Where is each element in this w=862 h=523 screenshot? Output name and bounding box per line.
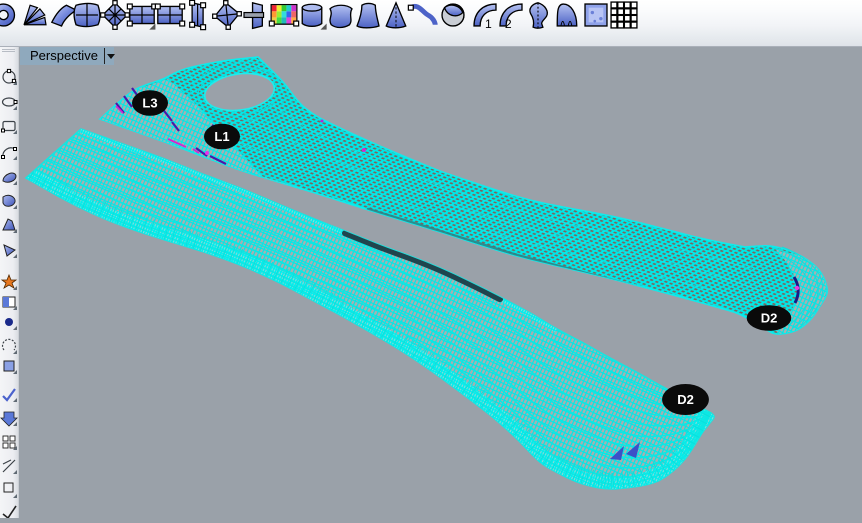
svg-text:D2: D2	[677, 392, 694, 407]
svg-text:1: 1	[485, 17, 492, 31]
svg-text:L3: L3	[142, 96, 157, 111]
svg-text:D2: D2	[761, 311, 778, 326]
svg-text:L1: L1	[214, 129, 229, 144]
svg-text:2: 2	[505, 17, 512, 31]
